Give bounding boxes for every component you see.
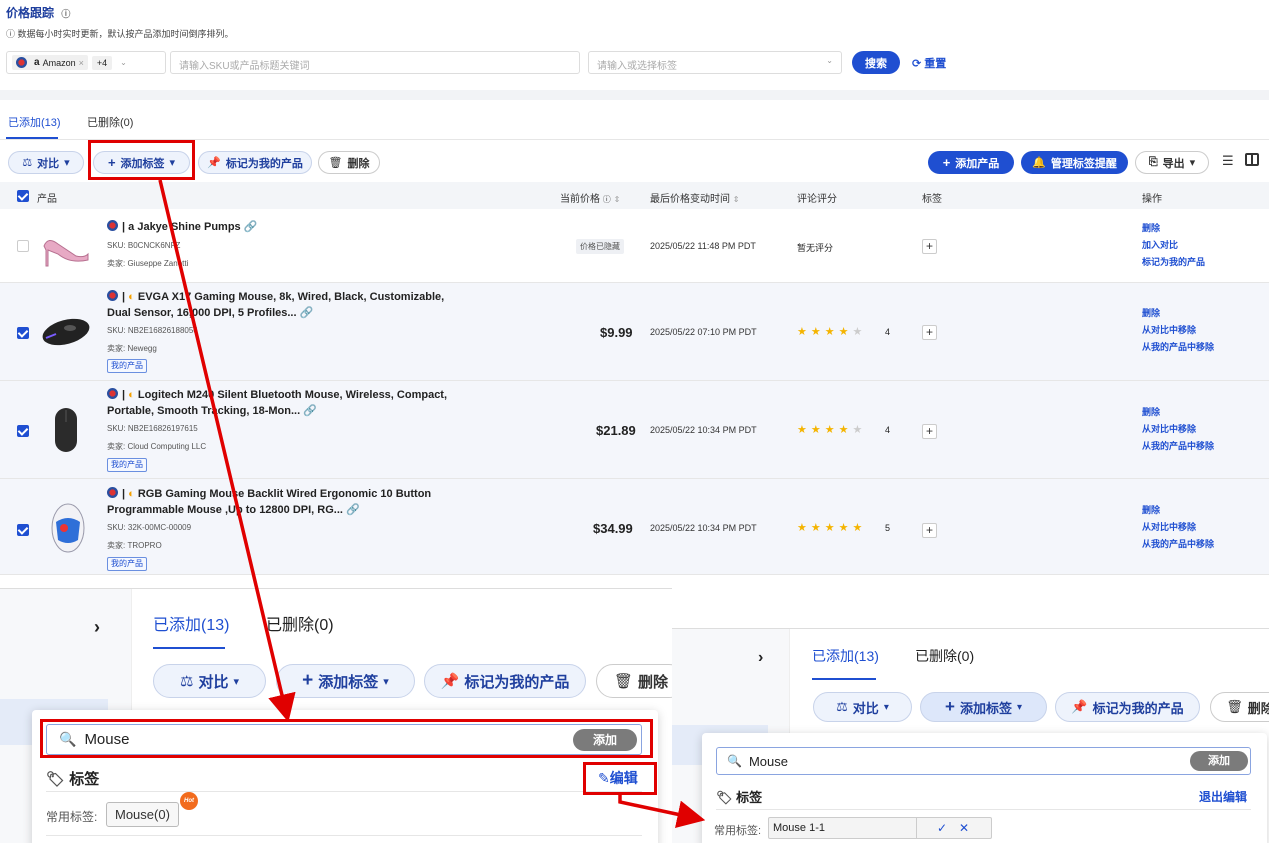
annotation-arrows <box>158 179 706 829</box>
annotation-arrow-1 <box>158 179 296 723</box>
annotation-arrow-2 <box>618 795 706 829</box>
